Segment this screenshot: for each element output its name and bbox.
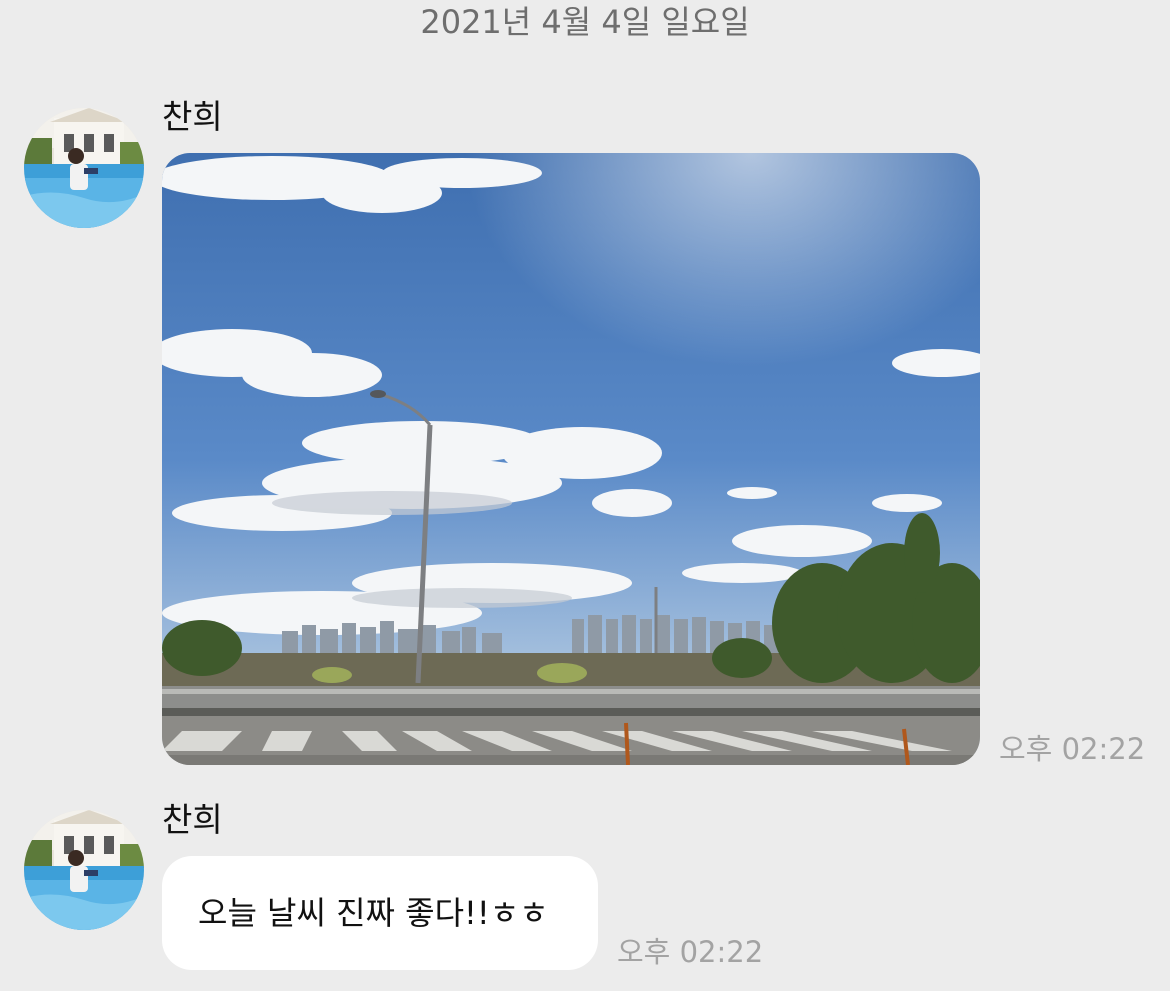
text-message-bubble[interactable]: 오늘 날씨 진짜 좋다!!ㅎㅎ (162, 856, 598, 970)
sender-name: 찬희 (162, 800, 223, 839)
avatar[interactable] (24, 108, 144, 228)
date-separator: 2021년 4월 4일 일요일 (420, 3, 750, 41)
avatar[interactable] (24, 810, 144, 930)
sender-name: 찬희 (162, 97, 223, 136)
message-time: 오후 02:22 (617, 935, 764, 969)
photo-image (162, 153, 980, 765)
avatar-image (24, 108, 144, 228)
message-text: 오늘 날씨 진짜 좋다!!ㅎㅎ (198, 894, 549, 932)
photo-message[interactable] (162, 153, 980, 765)
chat-view: 2021년 4월 4일 일요일 찬희 오후 02:22 찬희 오늘 날씨 진짜 … (0, 0, 1170, 991)
message-time: 오후 02:22 (999, 732, 1146, 766)
avatar-image (24, 810, 144, 930)
